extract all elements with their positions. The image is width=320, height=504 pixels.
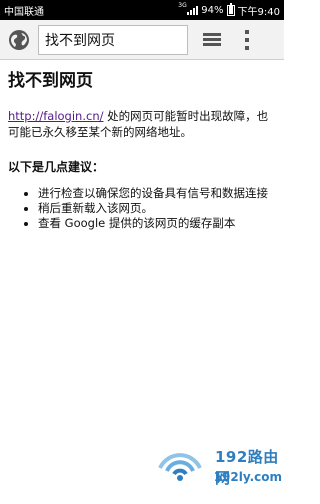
globe-icon[interactable] [8, 29, 30, 51]
clock: 下午9:40 [237, 6, 280, 18]
address-bar[interactable]: 找不到网页 [38, 24, 188, 55]
error-page: 找不到网页 http://falogin.cn/ 处的网页可能暂时出现故障，也可… [8, 66, 278, 231]
suggestions-list: 进行检查以确保您的设备具有信号和数据连接 稍后重新载入该网页。 查看 Googl… [8, 186, 278, 231]
overflow-menu-icon[interactable] [244, 29, 250, 50]
watermark-logo: 192路由网 192ly.com [150, 444, 282, 492]
status-bar: 中国联通 3G 94% 下午9:40 [0, 0, 284, 20]
address-bar-text: 找不到网页 [45, 32, 115, 49]
tabs-icon[interactable] [202, 30, 222, 50]
watermark-domain: 192ly.com [213, 470, 282, 484]
carrier-name: 中国联通 [4, 6, 44, 18]
signal-strength-icon: 3G [178, 2, 199, 15]
list-item: 稍后重新载入该网页。 [22, 201, 278, 216]
list-item: 查看 Google 提供的该网页的缓存副本 [22, 216, 278, 231]
battery-icon [226, 2, 235, 16]
suggestions-heading: 以下是几点建议： [8, 160, 105, 174]
browser-toolbar: 找不到网页 [0, 20, 284, 60]
status-indicators: 3G 94% 下午9:40 [178, 2, 280, 18]
error-description: http://falogin.cn/ 处的网页可能暂时出现故障，也可能已永久移至… [8, 108, 278, 140]
page-title: 找不到网页 [8, 71, 93, 91]
failed-url-link[interactable]: http://falogin.cn/ [8, 109, 103, 123]
battery-percent: 94% [201, 4, 224, 16]
list-item: 进行检查以确保您的设备具有信号和数据连接 [22, 186, 278, 201]
network-type: 3G [178, 2, 187, 9]
